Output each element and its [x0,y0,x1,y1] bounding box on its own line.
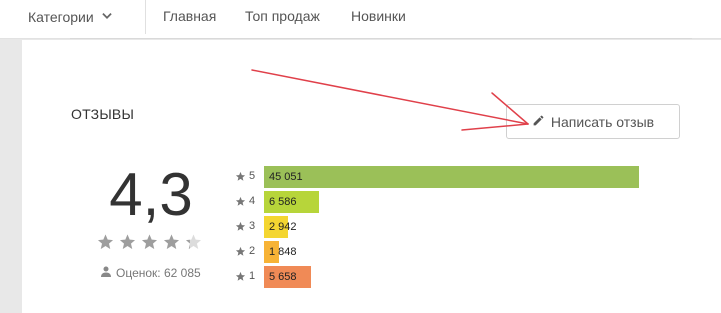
write-review-label: Написать отзыв [550,113,655,130]
top-nav-bar: Категории Главная Топ продаж Новинки [0,0,721,39]
rating-row-stars: 1 [249,270,256,282]
rating-row-label: 4 [235,195,255,207]
rating-bar-count: 5 658 [269,271,297,283]
star-icon [235,171,246,181]
rating-bar-count: 6 586 [269,196,297,208]
star-icon [96,233,115,256]
rating-row-4: 4 6 586 [235,191,655,213]
reviews-title: ОТЗЫВЫ [71,106,135,122]
rating-row-stars: 2 [249,245,256,257]
average-score: 4,3 [109,161,193,228]
nav-divider [145,0,146,34]
star-icon [235,196,246,206]
person-icon [101,266,111,280]
rating-row-2: 2 1 848 [235,241,655,263]
rating-bar-count: 1 848 [269,246,297,258]
star-icon [162,233,181,256]
pencil-icon [532,114,545,130]
ratings-count: Оценок: 62 085 [101,266,201,280]
rating-row-stars: 5 [249,170,256,182]
ratings-count-label: Оценок: 62 085 [116,266,201,280]
write-review-button[interactable]: Написать отзыв [506,104,680,139]
rating-row-label: 2 [235,245,255,257]
categories-dropdown[interactable]: Категории [28,0,114,34]
rating-row-label: 5 [235,170,255,182]
star-icon [184,233,203,256]
nav-link-top-sales[interactable]: Топ продаж [245,8,320,24]
rating-row-stars: 4 [249,195,256,207]
average-stars [96,233,203,256]
star-icon [235,221,246,231]
star-icon [235,271,246,281]
section-separator [70,38,692,39]
rating-row-label: 3 [235,220,255,232]
rating-row-1: 1 5 658 [235,266,655,288]
rating-row-stars: 3 [249,220,256,232]
star-icon [140,233,159,256]
rating-row-label: 1 [235,270,255,282]
rating-bar-count: 45 051 [269,171,303,183]
categories-label: Категории [28,9,94,25]
rating-row-3: 3 2 942 [235,216,655,238]
rating-row-5: 5 45 051 [235,166,655,188]
star-icon [235,246,246,256]
rating-bar [264,166,639,188]
nav-link-new[interactable]: Новинки [351,8,406,24]
rating-bar-count: 2 942 [269,221,297,233]
nav-link-home[interactable]: Главная [163,8,216,24]
chevron-down-icon [100,9,114,26]
star-icon [118,233,137,256]
